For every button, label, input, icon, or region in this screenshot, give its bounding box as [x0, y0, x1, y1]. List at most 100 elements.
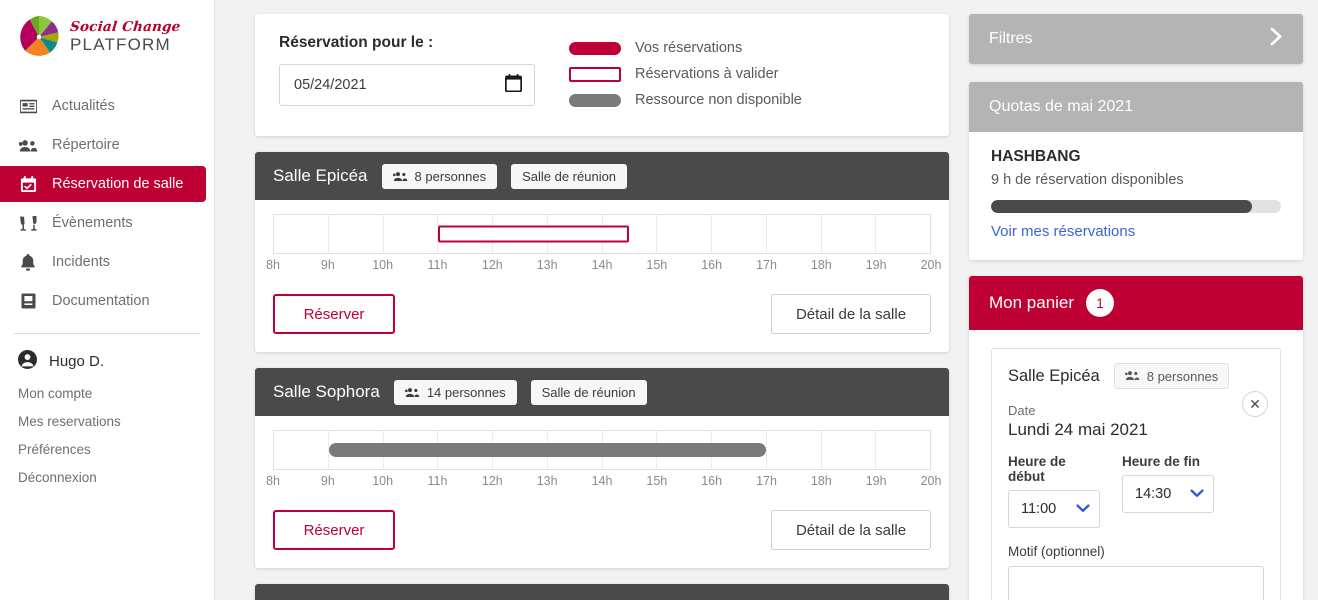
user-link-mes-reservations[interactable]: Mes reservations — [18, 407, 214, 435]
chevron-down-icon — [1190, 486, 1204, 502]
sidebar-item-documentation[interactable]: Documentation — [0, 283, 206, 319]
legend-swatch-pending — [569, 66, 621, 82]
end-time-select[interactable]: 14:30 — [1122, 475, 1214, 513]
room-timeline-wrap: 8h 9h 10h 11h 12h 13h 14h 15h 16h 17h 18h 19h 20h — [255, 200, 949, 280]
side-panels-column: Filtres Quotas de mai 2021 HASHBANG 9 h … — [969, 14, 1303, 600]
cart-body: Salle Epicéa 8 personnes ✕ Date Lundi 24… — [969, 330, 1303, 600]
timeline-hour-tick: 12h — [481, 258, 503, 272]
cart-item-capacity-label: 8 personnes — [1146, 368, 1219, 384]
legend-label: Ressource non disponible — [635, 92, 802, 108]
sidebar-item-actualites[interactable]: Actualités — [0, 88, 206, 124]
user-link-mon-compte[interactable]: Mon compte — [18, 379, 214, 407]
timeline-booking-bar[interactable] — [438, 225, 630, 243]
reserve-button[interactable]: Réserver — [273, 294, 395, 334]
end-time-block: Heure de fin 14:30 — [1122, 454, 1214, 528]
cart-item: Salle Epicéa 8 personnes ✕ Date Lundi 24… — [991, 348, 1281, 600]
legend-item-pending: Réservations à valider — [569, 62, 802, 86]
sidebar: Social Change PLATFORM Actualités Répert… — [0, 0, 215, 600]
sidebar-item-label: Documentation — [52, 293, 150, 309]
filters-title: Filtres — [989, 30, 1033, 47]
quota-org-name: HASHBANG — [991, 148, 1081, 165]
filters-panel[interactable]: Filtres — [969, 14, 1303, 64]
room-capacity-label: 14 personnes — [426, 384, 506, 400]
room-timeline-wrap: 8h 9h 10h 11h 12h 13h 14h 15h 16h 17h 18h 19h 20h — [255, 416, 949, 496]
room-detail-button[interactable]: Détail de la salle — [771, 510, 931, 550]
pie-chart-logo-icon — [16, 14, 62, 60]
legend-label: Vos réservations — [635, 40, 743, 56]
account-circle-icon — [18, 350, 37, 373]
sidebar-item-evenements[interactable]: Évènements — [0, 205, 206, 241]
filters-header[interactable]: Filtres — [969, 14, 1303, 64]
motif-input[interactable] — [1008, 566, 1264, 600]
rooms-column: Réservation pour le : 05/24/2021 Vos rés… — [255, 14, 949, 600]
quotas-title: Quotas de mai 2021 — [989, 98, 1134, 115]
timeline-cell — [274, 215, 329, 253]
timeline-hour-tick: 13h — [536, 258, 558, 272]
room-timeline[interactable] — [273, 430, 931, 470]
end-time-label: Heure de fin — [1122, 454, 1201, 469]
timeline-cell — [329, 215, 384, 253]
timeline-cell — [274, 431, 329, 469]
timeline-hour-tick: 9h — [320, 258, 335, 272]
cart-count-badge: 1 — [1086, 289, 1115, 317]
cart-header: Mon panier 1 — [969, 276, 1303, 330]
start-time-block: Heure de début 11:00 — [1008, 454, 1100, 528]
logo[interactable]: Social Change PLATFORM — [0, 0, 214, 74]
date-input-value: 05/24/2021 — [294, 77, 367, 93]
legend-label: Réservations à valider — [635, 66, 779, 82]
book-icon — [18, 293, 38, 309]
users-icon — [18, 138, 38, 153]
room-type-chip[interactable]: Salle de réunion — [530, 379, 647, 405]
timeline-hour-tick: 10h — [372, 258, 394, 272]
legend-item-mine: Vos réservations — [569, 36, 802, 60]
timeline-cell — [767, 215, 822, 253]
room-name: Salle Epicéa — [273, 166, 368, 185]
close-icon[interactable]: ✕ — [1242, 391, 1268, 417]
room-card: Salle Sophora 14 personnes Salle de réun… — [255, 368, 949, 568]
timeline-hour-tick: 18h — [810, 474, 832, 488]
sidebar-item-repertoire[interactable]: Répertoire — [0, 127, 206, 163]
timeline-cell — [876, 215, 930, 253]
date-input[interactable]: 05/24/2021 — [279, 64, 535, 106]
legend-swatch-unavailable — [569, 93, 621, 107]
cart-item-capacity-chip: 8 personnes — [1113, 363, 1230, 389]
sidebar-item-incidents[interactable]: Incidents — [0, 244, 206, 280]
user-name: Hugo D. — [49, 353, 105, 370]
chevron-right-icon[interactable] — [1270, 27, 1283, 51]
room-actions: Réserver Détail de la salle — [255, 280, 949, 352]
timeline-hour-tick: 14h — [591, 258, 613, 272]
calendar-icon[interactable] — [504, 74, 523, 96]
room-detail-button[interactable]: Détail de la salle — [771, 294, 931, 334]
app-root: Social Change PLATFORM Actualités Répert… — [0, 0, 1318, 600]
room-card: Salle Epicéa 8 personnes Salle de réunio… — [255, 152, 949, 352]
legend: Vos réservations Réservations à valider … — [569, 34, 802, 114]
timeline-cell — [657, 215, 712, 253]
timeline-hour-tick: 13h — [536, 474, 558, 488]
cart-item-date-value: Lundi 24 mai 2021 — [1008, 420, 1148, 439]
timeline-hour-tick: 11h — [427, 258, 448, 272]
sidebar-item-reservation-de-salle[interactable]: Réservation de salle — [0, 166, 206, 202]
timeline-hour-tick: 20h — [920, 474, 942, 488]
user-link-preferences[interactable]: Préférences — [18, 435, 214, 463]
group-icon — [404, 387, 420, 398]
sidebar-item-label: Évènements — [52, 215, 133, 231]
room-type-label: Salle de réunion — [522, 168, 617, 184]
timeline-hour-tick: 15h — [646, 474, 668, 488]
logo-script-text: Social Change — [69, 18, 182, 35]
room-card — [255, 584, 949, 600]
reserve-button[interactable]: Réserver — [273, 510, 395, 550]
cart-item-date-label: Date — [1008, 403, 1036, 418]
quota-link[interactable]: Voir mes réservations — [991, 223, 1281, 240]
chevron-down-icon — [1076, 501, 1090, 517]
room-capacity-chip[interactable]: 14 personnes — [393, 379, 517, 405]
room-capacity-chip[interactable]: 8 personnes — [381, 163, 498, 189]
start-time-select[interactable]: 11:00 — [1008, 490, 1100, 528]
quotas-header: Quotas de mai 2021 — [969, 82, 1303, 132]
user-account[interactable]: Hugo D. — [0, 334, 214, 379]
sidebar-item-label: Actualités — [52, 98, 115, 114]
timeline-cell — [712, 215, 767, 253]
room-type-chip[interactable]: Salle de réunion — [511, 163, 628, 189]
room-timeline[interactable] — [273, 214, 931, 254]
user-link-deconnexion[interactable]: Déconnexion — [18, 463, 214, 491]
date-picker-label: Réservation pour le : — [279, 34, 434, 51]
